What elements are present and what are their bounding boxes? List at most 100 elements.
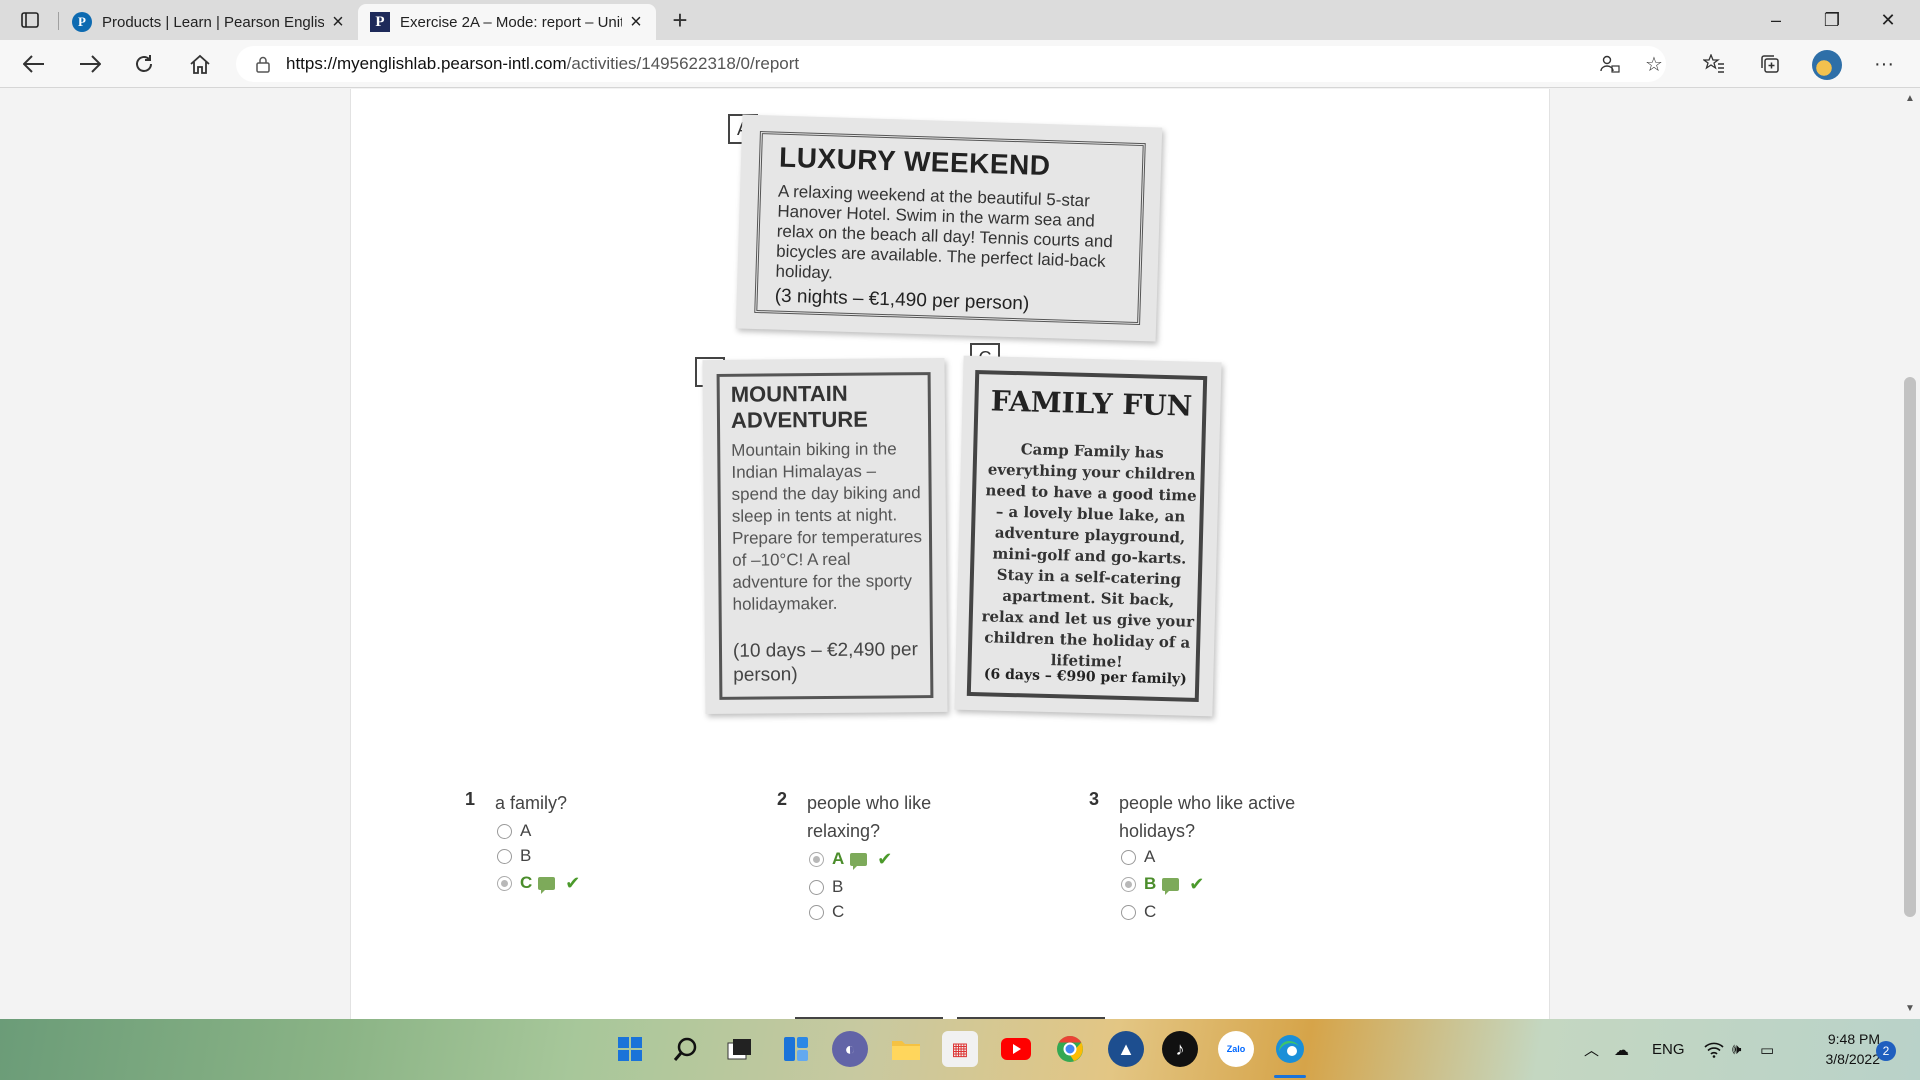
option-b[interactable]: B ✔ xyxy=(1121,872,1204,896)
question-number: 2 xyxy=(777,789,788,809)
browser-toolbar: https://myenglishlab.pearson-intl.com/ac… xyxy=(0,40,1920,88)
address-bar[interactable]: https://myenglishlab.pearson-intl.com/ac… xyxy=(236,46,1666,82)
tab-products-learn[interactable]: P Products | Learn | Pearson English × xyxy=(60,4,358,40)
question-text: a family? xyxy=(495,793,568,813)
radio-button[interactable] xyxy=(809,904,824,920)
restore-button[interactable]: ❐ xyxy=(1804,0,1860,40)
onedrive-icon[interactable]: ☁ xyxy=(1614,1019,1629,1080)
radio-button[interactable] xyxy=(1121,849,1136,865)
start-icon[interactable] xyxy=(612,1031,648,1067)
wifi-icon[interactable] xyxy=(1704,1019,1724,1080)
more-icon[interactable]: ··· xyxy=(1866,48,1902,80)
comment-icon[interactable] xyxy=(538,876,556,894)
store-icon[interactable]: ▦ xyxy=(942,1031,978,1067)
file-explorer-icon[interactable] xyxy=(888,1031,924,1067)
comment-icon[interactable] xyxy=(850,852,868,870)
checkmark-icon: ✔ xyxy=(1189,873,1205,894)
tab-close-button[interactable]: × xyxy=(622,8,650,36)
language-indicator[interactable]: ENG xyxy=(1652,1019,1685,1080)
radio-button[interactable] xyxy=(1121,904,1136,920)
option-b[interactable]: B xyxy=(809,875,843,899)
ad-body: Mountain biking in the Indian Himalayas … xyxy=(731,439,923,614)
read-aloud-icon[interactable] xyxy=(1592,48,1628,80)
radio-button[interactable] xyxy=(497,848,512,864)
youtube-icon[interactable] xyxy=(998,1031,1034,1067)
notification-badge[interactable]: 2 xyxy=(1876,1041,1896,1061)
teams-chat-icon[interactable]: ◐ xyxy=(832,1031,868,1067)
ad-mountain-adventure: MOUNTAIN ADVENTURE Mountain biking in th… xyxy=(702,357,948,715)
url-path: /activities/1495622318/0/report xyxy=(566,54,800,73)
page-viewport: A LUXURY WEEKEND A relaxing weekend at t… xyxy=(0,89,1920,1019)
url-text[interactable]: https://myenglishlab.pearson-intl.com/ac… xyxy=(286,54,799,74)
search-icon[interactable] xyxy=(668,1031,704,1067)
new-tab-button[interactable]: + xyxy=(664,4,696,36)
profile-avatar[interactable] xyxy=(1812,50,1842,80)
radio-button[interactable] xyxy=(497,823,512,839)
ad-heading: MOUNTAIN ADVENTURE xyxy=(730,380,868,433)
radio-button-selected[interactable] xyxy=(497,875,512,891)
tab-exercise-2a[interactable]: P Exercise 2A – Mode: report – Unit × xyxy=(358,4,656,40)
edge-icon[interactable] xyxy=(1272,1031,1308,1067)
checkmark-icon: ✔ xyxy=(877,848,893,869)
option-label: B xyxy=(520,846,532,865)
option-a[interactable]: A xyxy=(1121,845,1155,869)
favorites-icon[interactable] xyxy=(1696,48,1732,80)
question-text: people who like relaxing? xyxy=(807,793,932,841)
tiktok-icon[interactable]: ♪ xyxy=(1162,1031,1198,1067)
comment-icon[interactable] xyxy=(1162,877,1180,895)
task-view-icon[interactable] xyxy=(722,1031,758,1067)
clock-date: 3/8/2022 xyxy=(1825,1051,1881,1067)
checkmark-icon: ✔ xyxy=(565,872,581,893)
page-scrollbar[interactable]: ▲ ▼ xyxy=(1900,89,1920,1019)
question-number: 3 xyxy=(1089,789,1100,809)
close-window-button[interactable]: ✕ xyxy=(1860,0,1916,40)
option-label: C xyxy=(1144,902,1157,921)
home-icon[interactable] xyxy=(182,48,218,80)
ad-price: (10 days – €2,490 per person) xyxy=(732,639,918,686)
zalo-icon[interactable]: Zalo xyxy=(1218,1031,1254,1067)
question-number: 1 xyxy=(465,789,476,809)
radio-button[interactable] xyxy=(809,879,824,895)
app-icon[interactable]: ▲ xyxy=(1108,1031,1144,1067)
option-label: B xyxy=(832,877,844,896)
tab-actions-icon[interactable] xyxy=(14,8,46,32)
minimize-button[interactable]: – xyxy=(1748,0,1804,40)
scroll-up-icon[interactable]: ▲ xyxy=(1904,93,1916,107)
battery-icon[interactable]: ▭ xyxy=(1760,1019,1774,1080)
option-c[interactable]: C ✔ xyxy=(497,871,580,895)
scroll-down-icon[interactable]: ▼ xyxy=(1904,1003,1916,1017)
question-text: people who like active holidays? xyxy=(1119,793,1296,841)
option-b[interactable]: B xyxy=(497,844,531,868)
show-hidden-icons-icon[interactable]: ︿ xyxy=(1584,1019,1599,1080)
option-label: C xyxy=(832,902,845,921)
ad-family-fun: FAMILY FUN Camp Family has everything yo… xyxy=(954,355,1222,717)
windows-taskbar: ◐ ▦ ▲ ♪ Zalo ︿ ☁ ENG 🕪 ▭ 9:48 PM 3/8/202… xyxy=(0,1019,1920,1080)
option-a[interactable]: A ✔ xyxy=(809,847,892,871)
taskbar-clock[interactable]: 9:48 PM 3/8/2022 xyxy=(1800,1029,1881,1069)
forward-icon[interactable] xyxy=(72,48,108,80)
radio-button-selected[interactable] xyxy=(809,851,824,867)
radio-button-selected[interactable] xyxy=(1121,876,1136,892)
refresh-icon[interactable] xyxy=(126,48,162,80)
lock-icon[interactable] xyxy=(254,55,272,73)
tab-close-button[interactable]: × xyxy=(324,8,352,36)
url-domain: https://myenglishlab.pearson-intl.com xyxy=(286,54,567,73)
option-label: B xyxy=(1144,874,1157,893)
tab-separator xyxy=(58,12,59,30)
option-c[interactable]: C xyxy=(809,900,844,924)
option-c[interactable]: C xyxy=(1121,900,1156,924)
pearson-favicon-icon: P xyxy=(370,12,390,32)
back-icon[interactable] xyxy=(16,48,52,80)
scrollbar-thumb[interactable] xyxy=(1904,377,1916,917)
widgets-icon[interactable] xyxy=(778,1031,814,1067)
option-label: C xyxy=(520,873,533,892)
ad-luxury-weekend: LUXURY WEEKEND A relaxing weekend at the… xyxy=(735,114,1163,342)
tab-title: Exercise 2A – Mode: report – Unit xyxy=(400,13,622,31)
option-a[interactable]: A xyxy=(497,819,531,843)
ad-body: A relaxing weekend at the beautiful 5-st… xyxy=(775,181,1114,283)
chrome-icon[interactable] xyxy=(1052,1031,1088,1067)
collections-icon[interactable] xyxy=(1752,48,1788,80)
option-label: A xyxy=(520,821,532,840)
volume-icon[interactable]: 🕪 xyxy=(1732,1019,1741,1080)
add-favorite-icon[interactable]: ☆ xyxy=(1636,48,1672,80)
